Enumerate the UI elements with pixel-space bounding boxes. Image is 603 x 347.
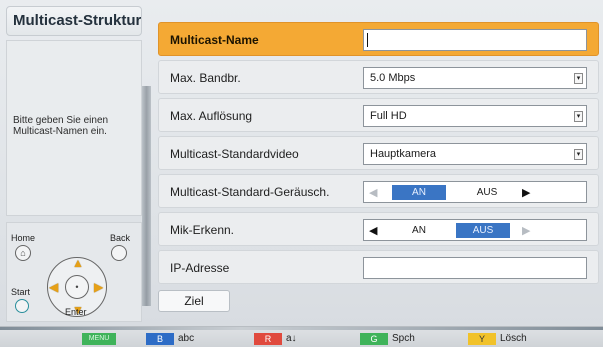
menu-key-icon: MENU <box>82 333 116 345</box>
right-arrow-icon[interactable]: ▶ <box>522 224 530 237</box>
bar-highlight <box>0 327 603 330</box>
text-caret <box>367 33 368 47</box>
multicast-name-label: Multicast-Name <box>170 33 259 47</box>
multicast-name-input[interactable] <box>363 29 587 51</box>
left-arrow-icon[interactable]: ◀ <box>369 186 377 199</box>
back-button-icon <box>111 245 127 261</box>
row-max-resolution[interactable]: Max. Auflösung Full HD ▾ <box>158 98 599 132</box>
max-bandwidth-value: 5.0 Mbps <box>370 72 416 84</box>
right-arrow-icon[interactable]: ▶ <box>522 186 530 199</box>
mic-detect-toggle[interactable]: ◀ AN AUS ▶ <box>363 219 587 241</box>
color-key-bar: MENU B abc R a↓ G Spch Y Lösch <box>0 326 603 347</box>
home-icon: ⌂ <box>15 245 31 261</box>
green-key-label: Spch <box>392 333 415 344</box>
up-arrow-icon: ▲ <box>72 256 84 270</box>
row-ip-address[interactable]: IP-Adresse <box>158 250 599 284</box>
help-text-line2: Multicast-Namen ein. <box>13 126 107 137</box>
max-bandwidth-label: Max. Bandbr. <box>170 71 241 85</box>
right-arrow-icon: ▶ <box>94 280 104 294</box>
ip-address-input[interactable] <box>363 257 587 279</box>
row-default-video[interactable]: Multicast-Standardvideo Hauptkamera ▾ <box>158 136 599 170</box>
row-multicast-name[interactable]: Multicast-Name <box>158 22 599 56</box>
help-panel: Bitte geben Sie einen Multicast-Namen ei… <box>6 40 142 216</box>
blue-key-icon: B <box>146 333 174 345</box>
dropdown-icon: ▾ <box>574 149 583 160</box>
max-resolution-select[interactable]: Full HD ▾ <box>363 105 587 127</box>
red-key-icon: R <box>254 333 282 345</box>
screen-title: Multicast-Struktur. <box>6 6 142 36</box>
dropdown-icon: ▾ <box>574 111 583 122</box>
option-off[interactable]: AUS <box>456 223 510 238</box>
left-arrow-icon: ◀ <box>49 280 59 294</box>
panel-divider <box>142 86 151 306</box>
green-key-icon: G <box>360 333 388 345</box>
dropdown-icon: ▾ <box>574 73 583 84</box>
home-label: Home <box>11 233 36 243</box>
max-resolution-value: Full HD <box>370 110 407 122</box>
row-max-bandwidth[interactable]: Max. Bandbr. 5.0 Mbps ▾ <box>158 60 599 94</box>
mic-detect-label: Mik-Erkenn. <box>170 223 235 237</box>
enter-label: Enter <box>65 307 87 317</box>
start-icon <box>15 299 29 313</box>
row-mic-detect[interactable]: Mik-Erkenn. ◀ AN AUS ▶ <box>158 212 599 246</box>
yellow-key-label: Lösch <box>500 333 527 344</box>
ip-address-label: IP-Adresse <box>170 261 230 275</box>
left-arrow-icon[interactable]: ◀ <box>369 224 377 237</box>
default-audio-label: Multicast-Standard-Geräusch. <box>170 185 330 199</box>
red-key-label: a↓ <box>286 333 297 344</box>
start-label: Start <box>11 287 31 297</box>
row-default-audio[interactable]: Multicast-Standard-Geräusch. ◀ AN AUS ▶ <box>158 174 599 208</box>
remote-guide: Home Back ⌂ ▲ ▼ ◀ ▶ • Start Enter <box>6 222 142 322</box>
blue-key-label: abc <box>178 333 195 344</box>
ziel-button[interactable]: Ziel <box>158 290 230 312</box>
default-video-select[interactable]: Hauptkamera ▾ <box>363 143 587 165</box>
option-on[interactable]: AN <box>392 185 446 200</box>
option-on[interactable]: AN <box>392 223 446 238</box>
option-off[interactable]: AUS <box>460 185 514 200</box>
max-resolution-label: Max. Auflösung <box>170 109 253 123</box>
default-video-label: Multicast-Standardvideo <box>170 147 299 161</box>
max-bandwidth-select[interactable]: 5.0 Mbps ▾ <box>363 67 587 89</box>
enter-icon: • <box>65 275 89 299</box>
default-video-value: Hauptkamera <box>370 148 437 160</box>
help-text-line1: Bitte geben Sie einen <box>13 115 109 126</box>
back-label: Back <box>110 233 131 243</box>
default-audio-toggle[interactable]: ◀ AN AUS ▶ <box>363 181 587 203</box>
yellow-key-icon: Y <box>468 333 496 345</box>
